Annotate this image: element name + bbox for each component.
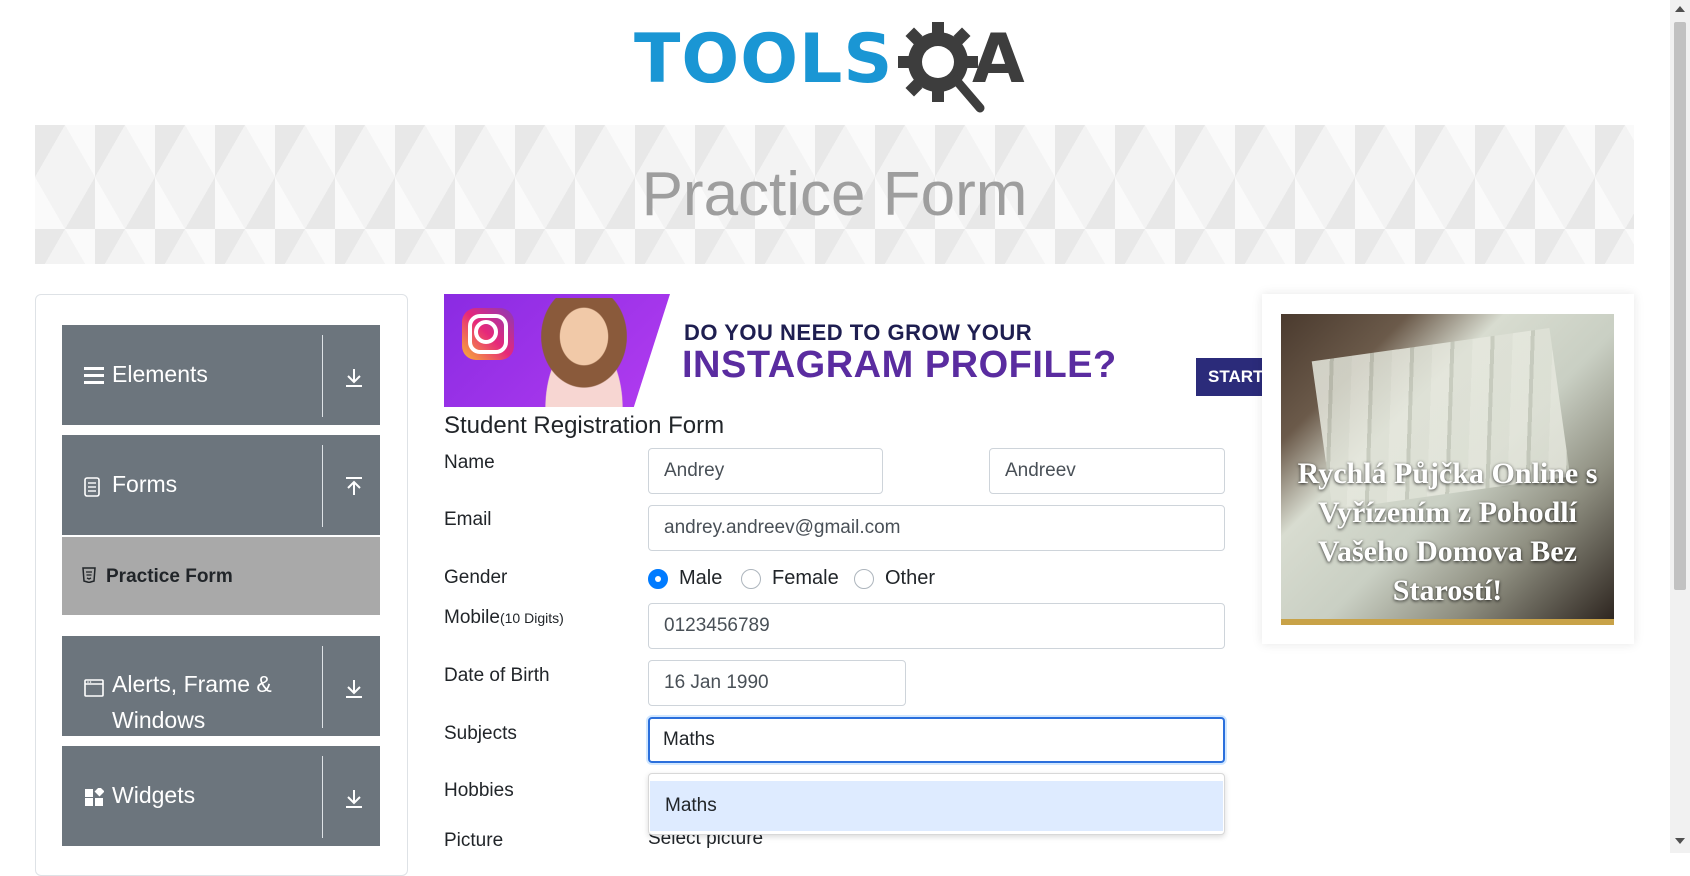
gender-label-female[interactable]: Female bbox=[772, 567, 839, 590]
download-icon[interactable] bbox=[342, 676, 366, 700]
menu-icon bbox=[84, 367, 104, 384]
subjects-input[interactable]: Maths bbox=[648, 717, 1225, 763]
sidebar-group-label: Alerts, Frame & Windows bbox=[112, 671, 272, 733]
divider bbox=[322, 646, 323, 728]
sidebar-item-practice-form[interactable]: Practice Form bbox=[62, 537, 380, 615]
ad-person-image bbox=[524, 298, 644, 407]
upload-icon[interactable] bbox=[342, 475, 366, 499]
sidebar-group-label: Elements bbox=[112, 361, 208, 387]
last-name-input[interactable]: Andreev bbox=[989, 448, 1225, 494]
subjects-option[interactable]: Maths bbox=[650, 781, 1223, 831]
sidebar-group-label: Widgets bbox=[112, 782, 196, 808]
sidebar-group-widgets[interactable]: Widgets bbox=[62, 746, 380, 846]
html5-icon bbox=[82, 567, 96, 583]
subjects-dropdown: Maths bbox=[648, 773, 1225, 835]
ad-headline: DO YOU NEED TO GROW YOUR bbox=[684, 320, 1033, 345]
first-name-input[interactable]: Andrey bbox=[648, 448, 883, 494]
name-label: Name bbox=[444, 452, 495, 473]
widgets-icon bbox=[85, 788, 104, 806]
logo-a-text: A bbox=[972, 20, 1025, 99]
gender-label-other[interactable]: Other bbox=[885, 567, 935, 590]
gender-radio-other[interactable] bbox=[854, 569, 874, 589]
toolsqa-logo[interactable]: TOOLS A bbox=[634, 18, 1042, 114]
subjects-label: Subjects bbox=[444, 723, 517, 744]
date-of-birth-input[interactable]: 16 Jan 1990 bbox=[648, 660, 906, 706]
sidebar-group-elements[interactable]: Elements bbox=[62, 325, 380, 425]
scroll-up-icon[interactable] bbox=[1675, 6, 1685, 12]
ad-accent-bar bbox=[1281, 619, 1614, 625]
gender-radio-male[interactable] bbox=[648, 569, 668, 589]
gender-label-male[interactable]: Male bbox=[679, 567, 722, 590]
page-title: Practice Form bbox=[641, 160, 1028, 229]
divider bbox=[322, 445, 323, 527]
scrollbar-thumb[interactable] bbox=[1674, 22, 1686, 590]
email-label: Email bbox=[444, 509, 492, 530]
dob-label: Date of Birth bbox=[444, 665, 550, 686]
scroll-down-icon[interactable] bbox=[1675, 838, 1685, 844]
download-icon[interactable] bbox=[342, 786, 366, 810]
mobile-input[interactable]: 0123456789 bbox=[648, 603, 1225, 649]
ad-start-button[interactable]: START bbox=[1196, 358, 1264, 396]
page-banner: Practice Form bbox=[35, 125, 1634, 264]
logo-tools-text: TOOLS bbox=[634, 20, 894, 99]
instagram-ad-banner[interactable]: DO YOU NEED TO GROW YOUR INSTAGRAM PROFI… bbox=[444, 294, 1264, 407]
sidebar-group-forms[interactable]: Forms bbox=[62, 435, 380, 535]
email-input[interactable]: andrey.andreev@gmail.com bbox=[648, 505, 1225, 551]
form-title: Student Registration Form bbox=[444, 412, 725, 439]
loan-ad[interactable]: Rychlá Půjčka Online s Vyřízením z Pohod… bbox=[1262, 294, 1634, 644]
sidebar-item-label: Practice Form bbox=[106, 566, 233, 587]
hobbies-label: Hobbies bbox=[444, 780, 514, 801]
instagram-icon bbox=[462, 308, 514, 360]
picture-label: Picture bbox=[444, 830, 504, 851]
divider bbox=[322, 756, 323, 838]
ad-caption: Rychlá Půjčka Online s Vyřízením z Pohod… bbox=[1297, 457, 1598, 607]
mobile-hint: (10 Digits) bbox=[499, 610, 564, 626]
sidebar-group-label: Forms bbox=[112, 471, 178, 497]
window-icon bbox=[84, 679, 104, 697]
gender-label: Gender bbox=[444, 567, 508, 588]
sidebar-group-alerts[interactable]: Alerts, Frame & Windows bbox=[62, 636, 380, 736]
page-scrollbar[interactable] bbox=[1670, 0, 1690, 853]
gender-radio-female[interactable] bbox=[741, 569, 761, 589]
mobile-label: Mobile(10 Digits) bbox=[444, 607, 564, 629]
download-icon[interactable] bbox=[342, 365, 366, 389]
sidebar: Elements Forms Practice Form Alerts, Fra… bbox=[35, 294, 408, 876]
ad-money-image: Rychlá Půjčka Online s Vyřízením z Pohod… bbox=[1281, 314, 1614, 619]
document-icon bbox=[84, 477, 100, 497]
mobile-label-text: Mobile bbox=[444, 607, 500, 628]
divider bbox=[322, 335, 323, 417]
ad-headline-large: INSTAGRAM PROFILE? bbox=[682, 344, 1117, 386]
